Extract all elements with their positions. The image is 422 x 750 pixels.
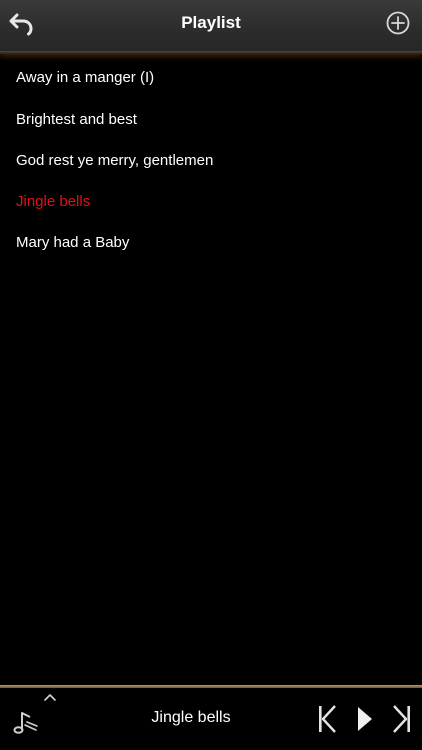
skip-next-icon [393, 705, 410, 733]
playlist-item[interactable]: Away in a manger (I) [0, 56, 422, 99]
playlist: Away in a manger (I) Brightest and best … [0, 56, 422, 263]
expand-player-button[interactable] [40, 689, 60, 705]
play-button[interactable] [351, 704, 379, 734]
play-icon [358, 707, 372, 731]
music-note-icon [13, 712, 38, 734]
now-playing-title: Jingle bells [151, 709, 231, 726]
page-title: Playlist [181, 13, 241, 32]
plus-circle-icon [386, 11, 410, 35]
playlist-item[interactable]: God rest ye merry, gentlemen [0, 140, 422, 181]
playlist-item[interactable]: Mary had a Baby [0, 222, 422, 263]
chevron-up-icon [44, 694, 56, 701]
navigation-header: Playlist [0, 0, 422, 54]
previous-button[interactable] [313, 704, 341, 734]
player-divider [0, 685, 422, 688]
player-bar: Jingle bells [0, 685, 422, 750]
playlist-item-active[interactable]: Jingle bells [0, 181, 422, 222]
next-button[interactable] [388, 704, 416, 734]
skip-previous-icon [319, 705, 336, 733]
mode-button[interactable] [8, 704, 40, 736]
add-button[interactable] [380, 5, 416, 41]
playlist-item[interactable]: Brightest and best [0, 99, 422, 140]
